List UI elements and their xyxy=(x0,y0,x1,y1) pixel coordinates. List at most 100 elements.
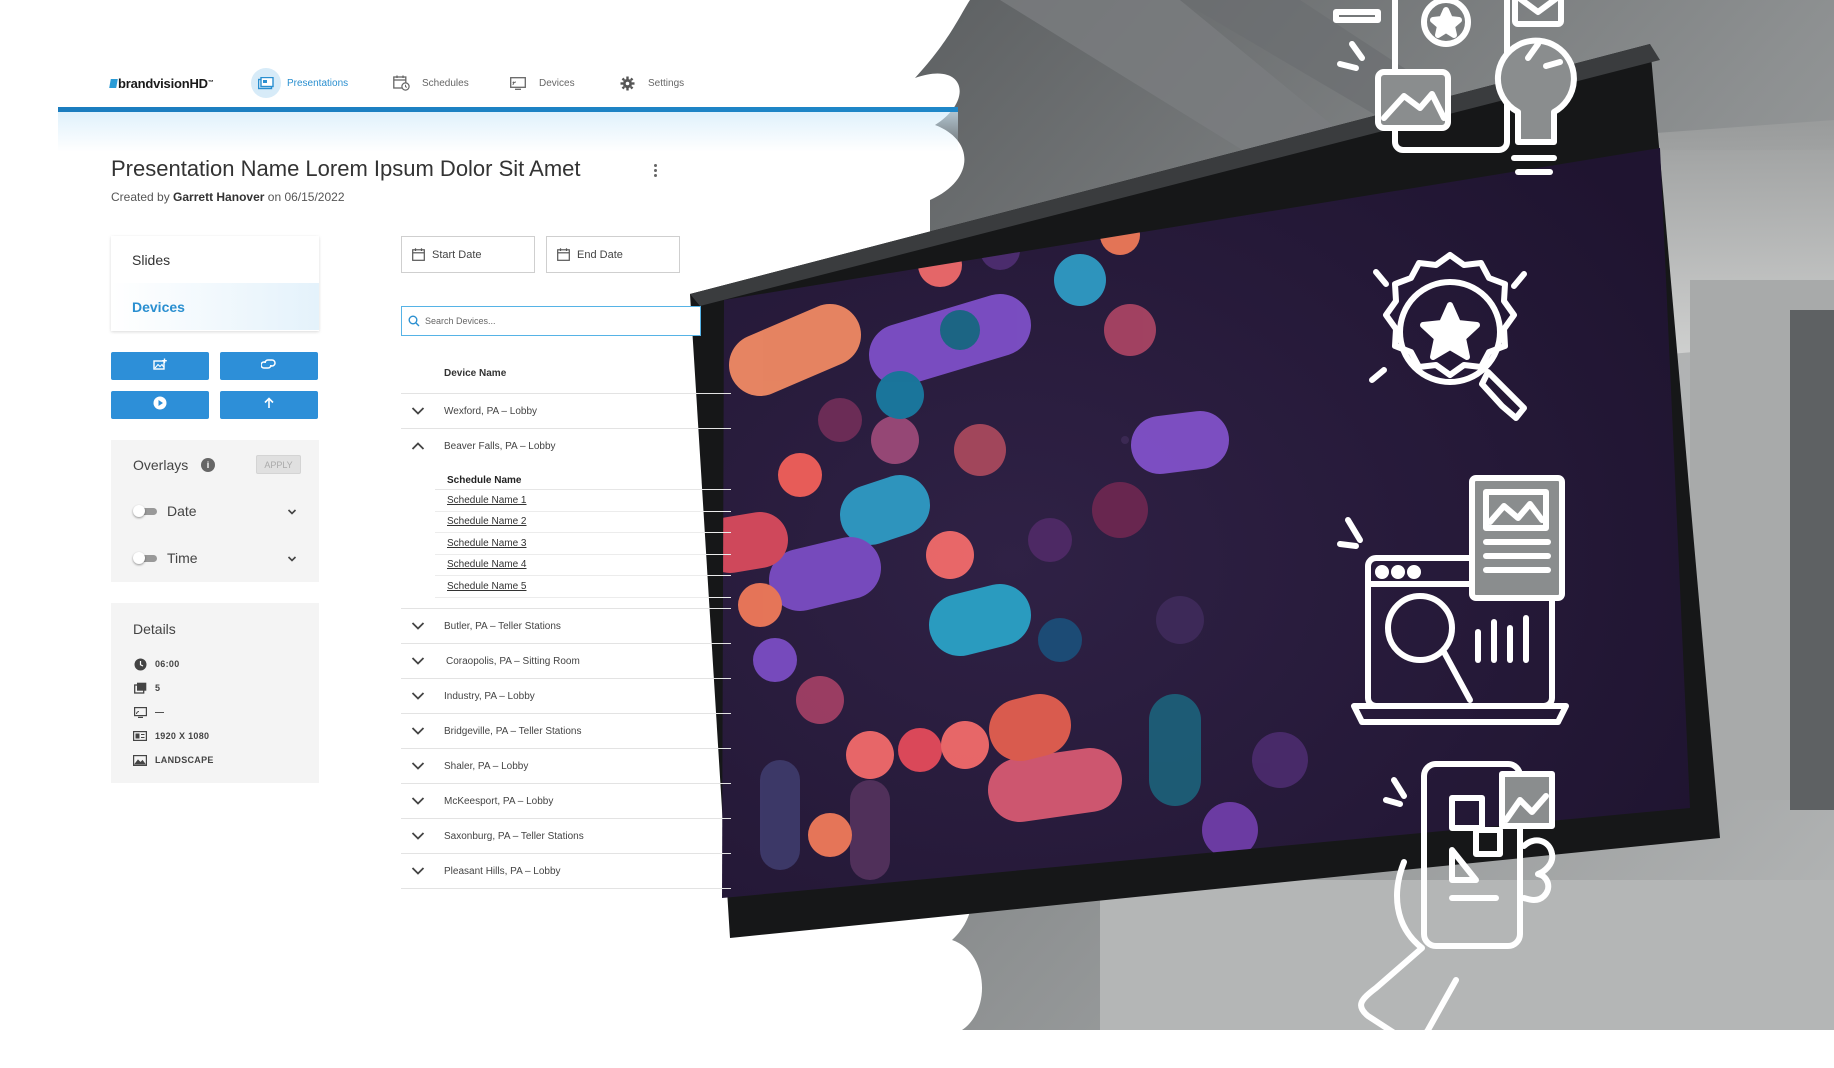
chevron-down-icon[interactable] xyxy=(287,554,297,564)
chevron-down-icon[interactable] xyxy=(411,656,425,666)
display-icon xyxy=(133,705,147,719)
detail-device: — xyxy=(133,704,164,720)
nav-accent-glow xyxy=(58,112,958,152)
schedule-subtable: Schedule Name Schedule Name 1 Schedule N… xyxy=(401,464,731,609)
chevron-down-icon[interactable] xyxy=(287,507,297,517)
schedule-link[interactable]: Schedule Name 1 xyxy=(435,490,731,512)
play-icon xyxy=(153,396,167,415)
upload-icon xyxy=(263,396,275,414)
overlays-panel: Overlays i APPLY Date Time xyxy=(111,440,319,582)
chevron-down-icon[interactable] xyxy=(411,406,425,416)
device-name: Saxonburg, PA – Teller Stations xyxy=(444,830,584,842)
resolution-icon xyxy=(133,729,147,743)
device-name: Bridgeville, PA – Teller Stations xyxy=(444,725,582,737)
info-icon[interactable]: i xyxy=(201,458,215,472)
nav-devices[interactable]: Devices xyxy=(503,66,575,100)
schedule-link[interactable]: Schedule Name 2 xyxy=(435,512,731,533)
tab-slides[interactable]: Slides xyxy=(111,236,319,283)
schedule-link[interactable]: Schedule Name 4 xyxy=(435,555,731,576)
schedule-link[interactable]: Schedule Name 5 xyxy=(435,576,731,598)
device-row[interactable]: Saxonburg, PA – Teller Stations xyxy=(401,819,731,854)
created-by-prefix: Created by xyxy=(111,190,170,204)
detail-device-value: — xyxy=(155,707,165,717)
start-date-field[interactable]: Start Date xyxy=(401,236,535,273)
device-name-column-header: Device Name xyxy=(401,354,731,394)
device-row[interactable]: Coraopolis, PA – Sitting Room xyxy=(401,644,731,679)
time-overlay-label: Time xyxy=(167,550,198,566)
nav-presentations[interactable]: Presentations xyxy=(251,66,348,100)
device-row[interactable]: Shaler, PA – Lobby xyxy=(401,749,731,784)
chevron-down-icon[interactable] xyxy=(411,761,425,771)
device-row[interactable]: Butler, PA – Teller Stations xyxy=(401,609,731,644)
detail-slide-count-value: 5 xyxy=(155,683,161,693)
device-row[interactable]: Bridgeville, PA – Teller Stations xyxy=(401,714,731,749)
device-row[interactable]: Pleasant Hills, PA – Lobby xyxy=(401,854,731,889)
marketing-composite: brandvision HD ™ Presentations Schedules D… xyxy=(0,0,1834,1068)
nav-schedules[interactable]: Schedules xyxy=(386,66,469,100)
detail-resolution-value: 1920 X 1080 xyxy=(155,731,210,741)
device-list: Device Name Wexford, PA – Lobby Beaver F… xyxy=(401,354,731,889)
created-by-line: Created by Garrett Hanover on 06/15/2022 xyxy=(111,190,345,204)
logo-suffix: HD xyxy=(189,75,208,91)
play-button[interactable] xyxy=(111,391,209,419)
schedule-link[interactable]: Schedule Name 3 xyxy=(435,533,731,555)
chevron-down-icon[interactable] xyxy=(411,866,425,876)
device-name: Beaver Falls, PA – Lobby xyxy=(444,441,556,452)
search-input[interactable]: Search Devices... xyxy=(401,306,701,336)
more-options-icon[interactable] xyxy=(652,163,658,179)
chevron-up-icon[interactable] xyxy=(411,441,425,451)
nav-devices-label: Devices xyxy=(539,77,575,89)
date-overlay-label: Date xyxy=(167,503,197,519)
clock-icon xyxy=(133,657,147,671)
device-row[interactable]: Wexford, PA – Lobby xyxy=(401,394,731,429)
chevron-down-icon[interactable] xyxy=(411,691,425,701)
device-row[interactable]: Industry, PA – Lobby xyxy=(401,679,731,714)
logo-trademark: ™ xyxy=(207,80,214,86)
time-toggle[interactable] xyxy=(133,552,159,564)
author-name: Garrett Hanover xyxy=(173,190,265,204)
chevron-down-icon[interactable] xyxy=(411,796,425,806)
device-name: Coraopolis, PA – Sitting Room xyxy=(446,655,580,667)
detail-duration: 06:00 xyxy=(133,656,180,672)
gear-icon xyxy=(612,68,642,98)
device-name: Industry, PA – Lobby xyxy=(444,690,535,702)
search-placeholder: Search Devices... xyxy=(425,316,496,326)
chevron-down-icon[interactable] xyxy=(411,621,425,631)
device-name: Butler, PA – Teller Stations xyxy=(444,620,561,632)
device-row[interactable]: McKeesport, PA – Lobby xyxy=(401,784,731,819)
tab-devices[interactable]: Devices xyxy=(111,283,319,330)
presentations-icon xyxy=(251,68,281,98)
logo-text: brandvision xyxy=(118,75,190,91)
upload-button[interactable] xyxy=(220,391,318,419)
chevron-down-icon[interactable] xyxy=(411,831,425,841)
nav-presentations-label: Presentations xyxy=(287,77,349,89)
details-heading: Details xyxy=(133,621,176,637)
nav-settings-label: Settings xyxy=(648,77,685,89)
chevron-down-icon[interactable] xyxy=(411,726,425,736)
add-image-button[interactable] xyxy=(111,352,209,380)
cast-button[interactable] xyxy=(220,352,318,380)
detail-resolution: 1920 X 1080 xyxy=(133,728,209,744)
cast-icon xyxy=(260,357,277,375)
detail-duration-value: 06:00 xyxy=(155,659,180,669)
brand-mark-icon xyxy=(109,78,118,88)
nav-settings[interactable]: Settings xyxy=(612,66,684,100)
device-row-expanded[interactable]: Beaver Falls, PA – Lobby xyxy=(401,429,731,464)
end-date-placeholder: End Date xyxy=(577,248,623,261)
calendar-icon xyxy=(557,248,570,261)
device-name: Wexford, PA – Lobby xyxy=(444,406,538,417)
end-date-field[interactable]: End Date xyxy=(546,236,680,273)
search-icon xyxy=(408,315,420,327)
device-name: Shaler, PA – Lobby xyxy=(444,760,529,772)
detail-orientation-value: LANDSCAPE xyxy=(155,755,214,765)
add-image-icon xyxy=(153,357,167,375)
top-nav: brandvision HD ™ xyxy=(109,66,214,100)
slides-icon xyxy=(133,681,147,695)
schedules-icon xyxy=(386,68,416,98)
apply-button[interactable]: APPLY xyxy=(256,455,301,474)
nav-schedules-label: Schedules xyxy=(422,77,469,89)
brand-logo[interactable]: brandvision HD ™ xyxy=(109,75,214,91)
start-date-placeholder: Start Date xyxy=(432,248,482,261)
date-toggle[interactable] xyxy=(133,505,159,517)
detail-slide-count: 5 xyxy=(133,680,160,696)
